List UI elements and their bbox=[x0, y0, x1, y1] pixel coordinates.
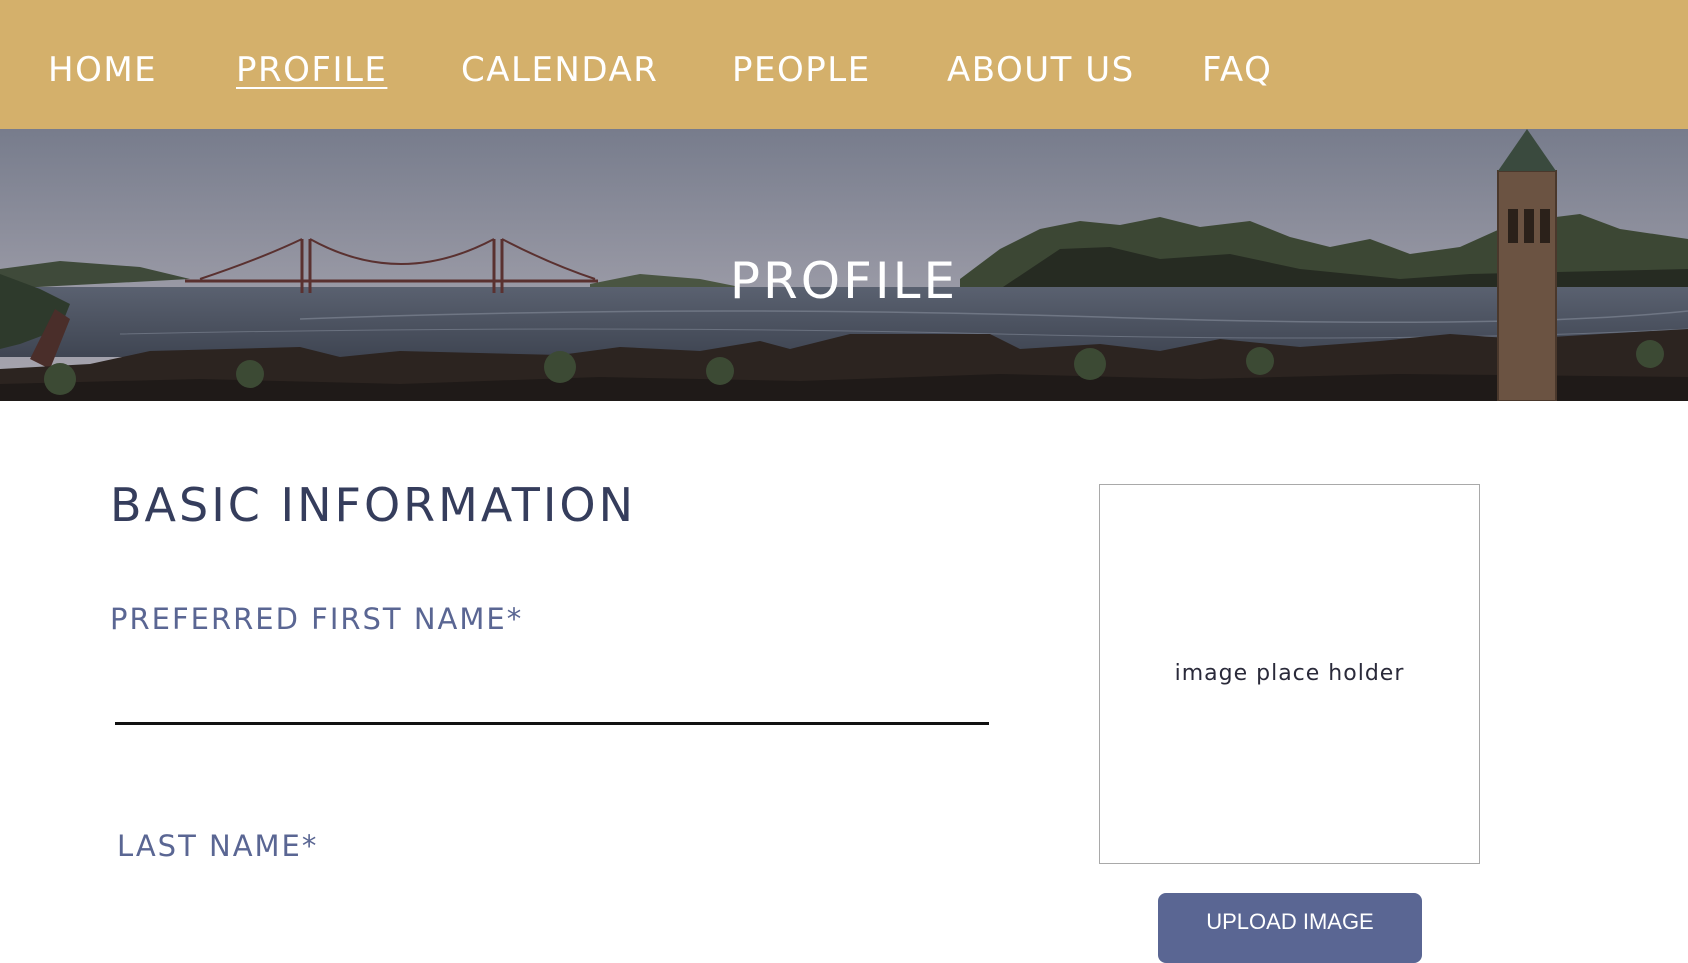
top-navigation-bar: HOME PROFILE CALENDAR PEOPLE ABOUT US FA… bbox=[0, 0, 1688, 129]
nav-item-home[interactable]: HOME bbox=[48, 50, 157, 90]
hero-title: PROFILE bbox=[729, 252, 959, 310]
first-name-label: PREFERRED FIRST NAME* bbox=[110, 602, 524, 636]
first-name-input[interactable] bbox=[115, 666, 989, 725]
upload-image-button[interactable]: UPLOAD IMAGE bbox=[1158, 893, 1422, 963]
last-name-input[interactable] bbox=[117, 880, 989, 936]
nav-item-calendar[interactable]: CALENDAR bbox=[461, 50, 658, 90]
last-name-label: LAST NAME* bbox=[117, 829, 319, 863]
nav-item-faq[interactable]: FAQ bbox=[1202, 50, 1272, 90]
nav-item-about-us[interactable]: ABOUT US bbox=[947, 50, 1135, 90]
image-placeholder-text: image place holder bbox=[1174, 661, 1405, 686]
nav-item-profile[interactable]: PROFILE bbox=[236, 50, 387, 90]
nav-item-people[interactable]: PEOPLE bbox=[732, 50, 871, 90]
hero-banner: PROFILE bbox=[0, 129, 1688, 401]
profile-image-placeholder: image place holder bbox=[1099, 484, 1480, 864]
basic-information-heading: BASIC INFORMATION bbox=[110, 478, 637, 532]
